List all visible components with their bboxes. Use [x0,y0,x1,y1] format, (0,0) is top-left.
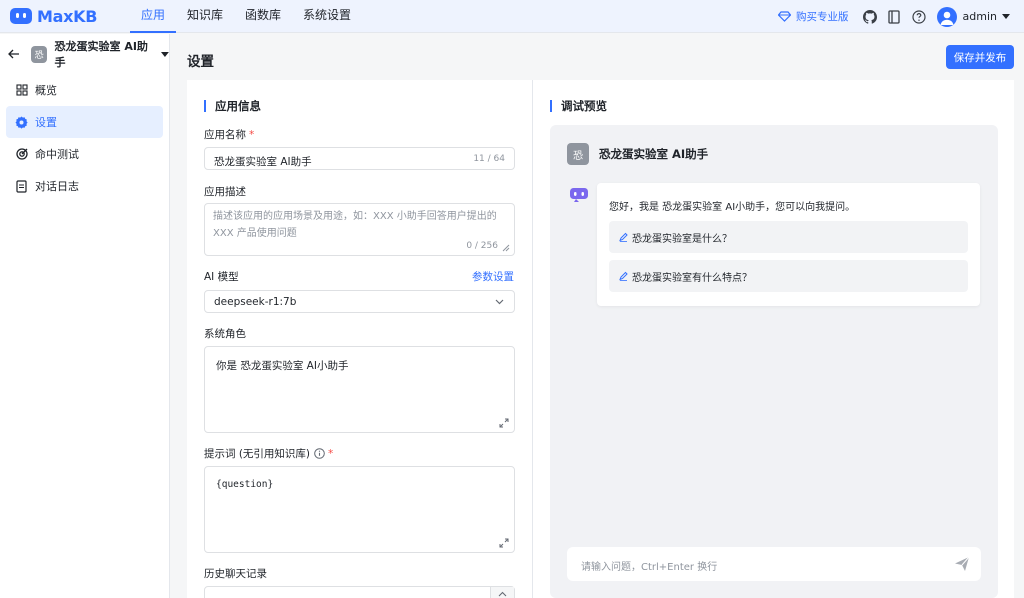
increment-button[interactable] [490,587,514,598]
greeting-text: 您好，我是 恐龙蛋实验室 AI小助手，您可以向我提问。 [609,202,856,213]
user-menu[interactable]: admin [936,6,1010,27]
sidebar: 恐 恐龙蛋实验室 AI助手 概览 设置 命中测试 对话日志 [0,34,170,598]
send-icon[interactable] [954,556,970,572]
suggested-question-text: 恐龙蛋实验室是什么？ [632,233,732,245]
app-desc-label: 应用描述 [204,186,246,198]
prompt-textarea[interactable]: {question} [204,466,515,553]
caret-down-icon[interactable] [161,51,169,57]
app-switcher: 恐 恐龙蛋实验室 AI助手 [0,34,169,74]
section-title-preview: 调试预览 [550,100,607,112]
buy-pro-label: 购买专业版 [796,11,849,23]
sidebar-item-label: 对话日志 [35,180,79,193]
pencil-icon [619,232,628,242]
grid-icon [15,84,28,97]
chat-title: 恐龙蛋实验室 AI助手 [599,147,709,161]
logo-text: MaxKB [37,6,98,26]
save-publish-button[interactable]: 保存并发布 [946,45,1014,69]
robot-icon [570,188,588,202]
chat-history-input[interactable] [204,586,515,598]
nav-knowledge[interactable]: 知识库 [176,0,234,33]
help-icon[interactable] [911,9,926,24]
resize-handle-icon[interactable] [501,243,510,252]
book-icon[interactable] [887,9,901,24]
sidebar-item-label: 概览 [35,84,57,97]
suggested-question[interactable]: 恐龙蛋实验室是什么？ [609,221,968,253]
app-desc-textarea[interactable]: 描述该应用的应用场景及用途，如：XXX 小助手回答用户提出的 XXX 产品使用问… [204,203,515,256]
chat-input-placeholder: 请输入问题，Ctrl+Enter 换行 [581,562,718,573]
app-info-panel: 应用信息 应用名称 * 恐龙蛋实验室 AI助手 11 / 64 应用描述 描述该应… [187,80,533,598]
diamond-icon [778,11,792,22]
debug-preview-panel: 调试预览 恐 恐龙蛋实验室 AI助手 您好，我是 恐龙蛋实验室 AI小助手，您可… [533,80,1014,598]
username: admin [962,10,997,23]
suggested-question[interactable]: 恐龙蛋实验室有什么特点？ [609,260,968,292]
system-role-label: 系统角色 [204,328,246,340]
assistant-message: 您好，我是 恐龙蛋实验室 AI小助手，您可以向我提问。 恐龙蛋实验室是什么？ 恐… [597,183,980,306]
required-mark: * [249,129,255,141]
model-params-link[interactable]: 参数设置 [472,269,514,284]
sidebar-item-settings[interactable]: 设置 [6,106,163,138]
top-bar: MaxKB 应用 知识库 函数库 系统设置 购买专业版 admin [0,0,1024,33]
buy-pro-link[interactable]: 购买专业版 [778,9,849,24]
prompt-label: 提示词 (无引用知识库) * [204,446,333,461]
nav-system-settings[interactable]: 系统设置 [292,0,362,33]
back-arrow-icon[interactable] [8,49,22,59]
chevron-down-icon [495,299,504,305]
prompt-label-text: 提示词 (无引用知识库) [204,448,311,460]
system-role-textarea[interactable]: 你是 恐龙蛋实验室 AI小助手 [204,346,515,433]
app-name-value: 恐龙蛋实验室 AI助手 [214,156,312,168]
ai-model-label: AI 模型 [204,271,239,283]
sidebar-item-label: 设置 [35,116,57,129]
app-desc-counter: 0 / 256 [466,241,498,251]
section-title-app-info: 应用信息 [204,100,261,112]
avatar [936,6,957,27]
nav-functions[interactable]: 函数库 [234,0,292,33]
target-icon [15,148,28,161]
app-avatar: 恐 [567,143,589,165]
suggested-question-text: 恐龙蛋实验室有什么特点？ [632,272,752,284]
app-name-input[interactable]: 恐龙蛋实验室 AI助手 11 / 64 [204,147,515,170]
required-mark: * [328,447,334,460]
chat-history-label: 历史聊天记录 [204,568,267,580]
top-right-tools: 购买专业版 admin [778,0,1024,33]
chat-area: 恐 恐龙蛋实验室 AI助手 您好，我是 恐龙蛋实验室 AI小助手，您可以向我提问… [550,125,998,598]
prompt-value: {question} [216,479,274,490]
main-nav: 应用 知识库 函数库 系统设置 [130,0,362,33]
sidebar-item-hit-test[interactable]: 命中测试 [6,138,163,170]
nav-apps[interactable]: 应用 [130,0,177,33]
document-icon [15,179,28,193]
app-avatar: 恐 [30,45,48,63]
chevron-up-icon [498,591,507,597]
expand-icon[interactable] [499,418,509,428]
page-title: 设置 [187,54,214,70]
caret-down-icon [1002,14,1010,19]
pencil-icon [619,271,628,281]
app-name-label: 应用名称 * [204,127,254,142]
logo[interactable]: MaxKB [10,7,120,26]
info-icon[interactable] [314,448,325,459]
robot-logo-icon [10,8,32,24]
app-name-counter: 11 / 64 [473,154,505,164]
app-name-label-text: 应用名称 [204,129,246,141]
chat-input[interactable]: 请输入问题，Ctrl+Enter 换行 [567,547,981,581]
expand-icon[interactable] [499,538,509,548]
ai-model-value: deepseek-r1:7b [214,296,297,308]
sidebar-item-label: 命中测试 [35,148,79,161]
sidebar-item-overview[interactable]: 概览 [6,74,163,106]
gear-icon [15,116,28,129]
github-icon[interactable] [862,9,877,24]
ai-model-select[interactable]: deepseek-r1:7b [204,290,515,313]
sidebar-item-chat-log[interactable]: 对话日志 [6,170,163,202]
chat-header: 恐 恐龙蛋实验室 AI助手 [567,143,708,165]
system-role-value: 你是 恐龙蛋实验室 AI小助手 [216,360,349,372]
app-name[interactable]: 恐龙蛋实验室 AI助手 [54,38,157,70]
app-desc-placeholder: 描述该应用的应用场景及用途，如：XXX 小助手回答用户提出的 XXX 产品使用问… [213,211,497,239]
sidebar-menu: 概览 设置 命中测试 对话日志 [0,74,169,202]
